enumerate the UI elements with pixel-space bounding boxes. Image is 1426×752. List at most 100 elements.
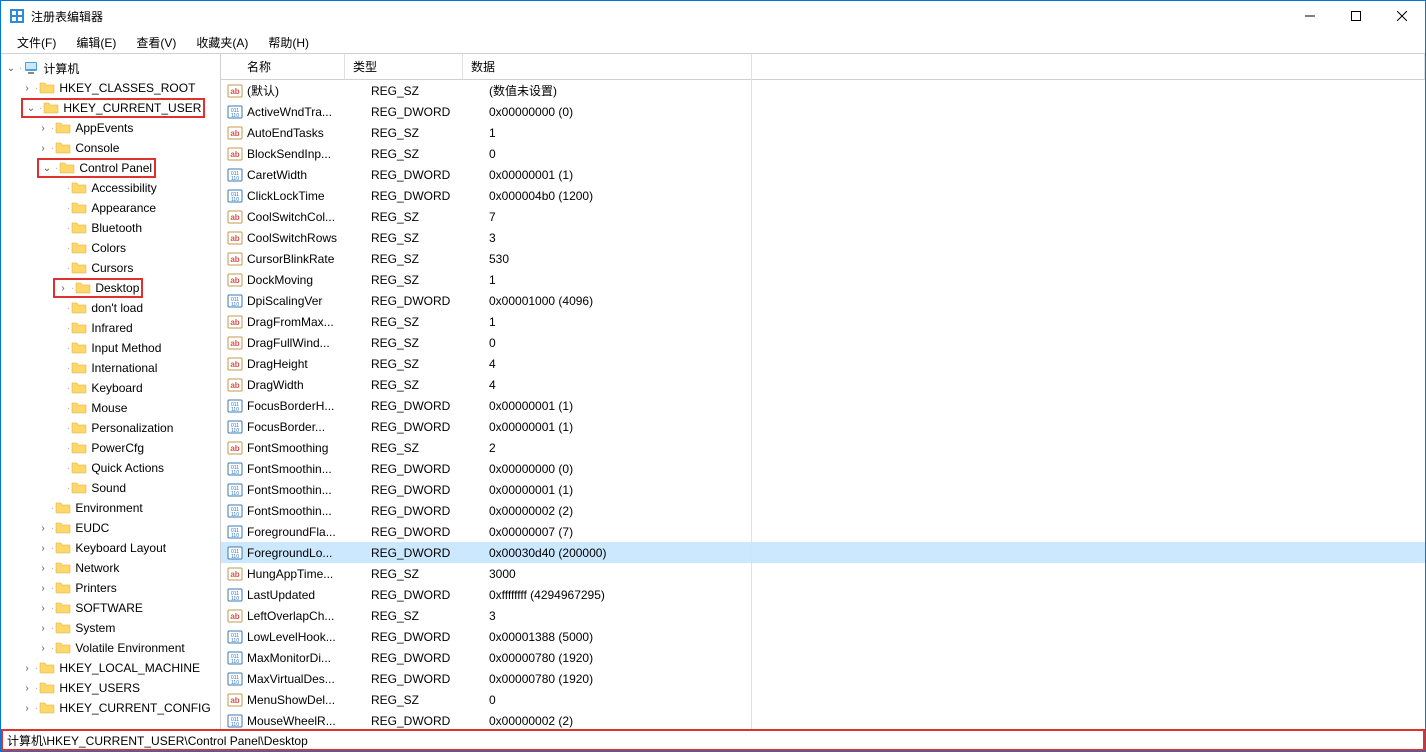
chevron-down-icon[interactable]: ⌄ (5, 62, 17, 74)
value-row[interactable]: DragWidthREG_SZ4 (221, 374, 1425, 395)
chevron-right-icon[interactable]: › (21, 682, 33, 694)
value-row[interactable]: FocusBorderH...REG_DWORD0x00000001 (1) (221, 395, 1425, 416)
col-name-header[interactable]: 名称 (221, 54, 345, 79)
menu-help[interactable]: 帮助(H) (260, 32, 317, 53)
value-row[interactable]: DragFullWind...REG_SZ0 (221, 332, 1425, 353)
value-row[interactable]: MaxVirtualDes...REG_DWORD0x00000780 (192… (221, 668, 1425, 689)
tree-node-hkcu[interactable]: ⌄·HKEY_CURRENT_USER (1, 98, 220, 118)
value-row[interactable]: CaretWidthREG_DWORD0x00000001 (1) (221, 164, 1425, 185)
chevron-right-icon[interactable]: › (37, 562, 49, 574)
maximize-button[interactable] (1333, 1, 1379, 31)
chevron-right-icon[interactable]: › (37, 142, 49, 154)
reg-sz-icon (227, 335, 243, 351)
tree-node-keyboard[interactable]: ·Keyboard (1, 378, 220, 398)
value-row[interactable]: ForegroundFla...REG_DWORD0x00000007 (7) (221, 521, 1425, 542)
value-row[interactable]: BlockSendInp...REG_SZ0 (221, 143, 1425, 164)
chevron-right-icon[interactable]: › (57, 282, 69, 294)
value-row[interactable]: FocusBorder...REG_DWORD0x00000001 (1) (221, 416, 1425, 437)
tree-node-accessibility[interactable]: ·Accessibility (1, 178, 220, 198)
tree-node-software[interactable]: ›·SOFTWARE (1, 598, 220, 618)
value-row[interactable]: ActiveWndTra...REG_DWORD0x00000000 (0) (221, 101, 1425, 122)
chevron-right-icon[interactable]: › (21, 702, 33, 714)
folder-icon (71, 200, 87, 216)
tree-node-personalization[interactable]: ·Personalization (1, 418, 220, 438)
value-row[interactable]: FontSmoothin...REG_DWORD0x00000000 (0) (221, 458, 1425, 479)
tree-node-hku[interactable]: ›·HKEY_USERS (1, 678, 220, 698)
value-row[interactable]: DpiScalingVerREG_DWORD0x00001000 (4096) (221, 290, 1425, 311)
list-body[interactable]: (默认)REG_SZ(数值未设置)ActiveWndTra...REG_DWOR… (221, 80, 1425, 729)
value-row[interactable]: MouseWheelR...REG_DWORD0x00000002 (2) (221, 710, 1425, 729)
tree-node-bluetooth[interactable]: ·Bluetooth (1, 218, 220, 238)
value-row[interactable]: ClickLockTimeREG_DWORD0x000004b0 (1200) (221, 185, 1425, 206)
tree-node-hklm[interactable]: ›·HKEY_LOCAL_MACHINE (1, 658, 220, 678)
value-name: CoolSwitchCol... (247, 210, 371, 224)
value-row[interactable]: MaxMonitorDi...REG_DWORD0x00000780 (1920… (221, 647, 1425, 668)
value-row[interactable]: LeftOverlapCh...REG_SZ3 (221, 605, 1425, 626)
tree-node-environment[interactable]: ·Environment (1, 498, 220, 518)
tree-node-cursors[interactable]: ·Cursors (1, 258, 220, 278)
chevron-right-icon[interactable]: › (21, 82, 33, 94)
tree-node-desktop[interactable]: ›·Desktop (1, 278, 220, 298)
tree-node-colors[interactable]: ·Colors (1, 238, 220, 258)
tree-node-console[interactable]: ›·Console (1, 138, 220, 158)
reg-dword-icon (227, 671, 243, 687)
tree-node-network[interactable]: ›·Network (1, 558, 220, 578)
tree-node-quick_actions[interactable]: ·Quick Actions (1, 458, 220, 478)
value-row[interactable]: DragHeightREG_SZ4 (221, 353, 1425, 374)
tree-node-eudc[interactable]: ›·EUDC (1, 518, 220, 538)
value-row[interactable]: MenuShowDel...REG_SZ0 (221, 689, 1425, 710)
menu-favorites[interactable]: 收藏夹(A) (188, 32, 256, 53)
chevron-down-icon[interactable]: ⌄ (25, 102, 37, 114)
tree-node-dont_load[interactable]: ·don't load (1, 298, 220, 318)
tree-node-appearance[interactable]: ·Appearance (1, 198, 220, 218)
value-row[interactable]: DragFromMax...REG_SZ1 (221, 311, 1425, 332)
tree-node-input_method[interactable]: ·Input Method (1, 338, 220, 358)
close-button[interactable] (1379, 1, 1425, 31)
value-row[interactable]: CoolSwitchCol...REG_SZ7 (221, 206, 1425, 227)
chevron-right-icon[interactable]: › (37, 122, 49, 134)
value-row[interactable]: (默认)REG_SZ(数值未设置) (221, 80, 1425, 101)
value-row[interactable]: DockMovingREG_SZ1 (221, 269, 1425, 290)
chevron-down-icon[interactable]: ⌄ (41, 162, 53, 174)
value-row[interactable]: FontSmoothin...REG_DWORD0x00000001 (1) (221, 479, 1425, 500)
chevron-right-icon[interactable]: › (37, 582, 49, 594)
chevron-right-icon[interactable]: › (21, 662, 33, 674)
chevron-right-icon[interactable]: › (37, 542, 49, 554)
chevron-right-icon[interactable]: › (37, 602, 49, 614)
value-row[interactable]: LastUpdatedREG_DWORD0xffffffff (42949672… (221, 584, 1425, 605)
tree-node-hkcc[interactable]: ›·HKEY_CURRENT_CONFIG (1, 698, 220, 718)
tree-node-hkcr[interactable]: ›·HKEY_CLASSES_ROOT (1, 78, 220, 98)
menu-edit[interactable]: 编辑(E) (68, 32, 124, 53)
value-row[interactable]: HungAppTime...REG_SZ3000 (221, 563, 1425, 584)
chevron-right-icon[interactable]: › (37, 622, 49, 634)
tree-node-appevents[interactable]: ›·AppEvents (1, 118, 220, 138)
value-row[interactable]: CursorBlinkRateREG_SZ530 (221, 248, 1425, 269)
value-type: REG_SZ (371, 693, 489, 707)
value-row[interactable]: CoolSwitchRowsREG_SZ3 (221, 227, 1425, 248)
tree-node-keyboard_layout[interactable]: ›·Keyboard Layout (1, 538, 220, 558)
tree-node-powercfg[interactable]: ·PowerCfg (1, 438, 220, 458)
value-row[interactable]: ForegroundLo...REG_DWORD0x00030d40 (2000… (221, 542, 1425, 563)
chevron-right-icon[interactable]: › (37, 642, 49, 654)
col-data-header[interactable]: 数据 (463, 54, 1425, 79)
menu-view[interactable]: 查看(V) (128, 32, 184, 53)
tree-node-infrared[interactable]: ·Infrared (1, 318, 220, 338)
minimize-button[interactable] (1287, 1, 1333, 31)
tree-pane[interactable]: ⌄·计算机›·HKEY_CLASSES_ROOT⌄·HKEY_CURRENT_U… (1, 54, 221, 729)
tree-node-sound[interactable]: ·Sound (1, 478, 220, 498)
tree-node-printers[interactable]: ›·Printers (1, 578, 220, 598)
value-row[interactable]: LowLevelHook...REG_DWORD0x00001388 (5000… (221, 626, 1425, 647)
tree-node-control_panel[interactable]: ⌄·Control Panel (1, 158, 220, 178)
tree-node-volatile_environment[interactable]: ›·Volatile Environment (1, 638, 220, 658)
col-type-header[interactable]: 类型 (345, 54, 463, 79)
menu-file[interactable]: 文件(F) (9, 32, 64, 53)
tree-label: Desktop (95, 281, 139, 295)
value-row[interactable]: FontSmoothingREG_SZ2 (221, 437, 1425, 458)
tree-node-mouse[interactable]: ·Mouse (1, 398, 220, 418)
value-row[interactable]: AutoEndTasksREG_SZ1 (221, 122, 1425, 143)
tree-node-root[interactable]: ⌄·计算机 (1, 58, 220, 78)
chevron-right-icon[interactable]: › (37, 522, 49, 534)
value-row[interactable]: FontSmoothin...REG_DWORD0x00000002 (2) (221, 500, 1425, 521)
tree-node-system[interactable]: ›·System (1, 618, 220, 638)
tree-node-international[interactable]: ·International (1, 358, 220, 378)
